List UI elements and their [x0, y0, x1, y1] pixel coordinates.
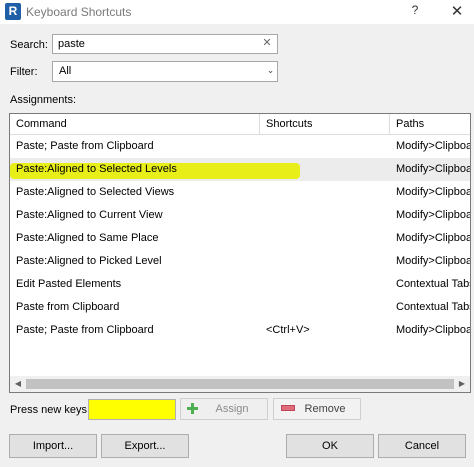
ok-button[interactable]: OK: [286, 434, 374, 458]
scroll-right-icon[interactable]: ▶: [454, 376, 470, 392]
table-header: Command Shortcuts Paths: [10, 114, 470, 135]
command-cell: Paste:Aligned to Selected Levels: [16, 163, 177, 175]
command-cell: Paste; Paste from Clipboard: [16, 140, 154, 152]
command-cell: Paste:Aligned to Picked Level: [16, 255, 162, 267]
close-button[interactable]: ✕: [440, 0, 474, 24]
scrollbar-thumb[interactable]: [26, 379, 454, 389]
path-cell: Modify>Clipboard: [396, 324, 470, 336]
press-new-keys-label: Press new keys:: [10, 404, 91, 416]
horizontal-scrollbar[interactable]: ◀ ▶: [10, 376, 470, 392]
shortcut-cell: [260, 296, 390, 319]
scroll-left-icon[interactable]: ◀: [10, 376, 26, 392]
table-row[interactable]: Paste:Aligned to Selected Views Modify>C…: [10, 181, 470, 204]
command-cell: Edit Pasted Elements: [16, 278, 122, 290]
table-row[interactable]: Paste:Aligned to Current View Modify>Cli…: [10, 204, 470, 227]
table-row-selected[interactable]: Paste:Aligned to Selected Levels Modify>…: [10, 158, 470, 181]
shortcut-cell: [260, 181, 390, 204]
path-cell: Modify>Clipboard: [396, 163, 470, 175]
table-row[interactable]: Paste:Aligned to Same Place Modify>Clipb…: [10, 227, 470, 250]
column-header-command[interactable]: Command: [10, 114, 260, 134]
table-row[interactable]: Paste; Paste from Clipboard Modify>Clipb…: [10, 135, 470, 158]
filter-label: Filter:: [10, 66, 38, 78]
shortcut-cell: [260, 250, 390, 273]
search-input[interactable]: paste: [52, 34, 278, 54]
clear-search-icon[interactable]: ✕: [262, 38, 272, 49]
shortcut-cell: [260, 204, 390, 227]
command-cell: Paste from Clipboard: [16, 301, 120, 313]
shortcut-cell: [260, 158, 390, 181]
import-button[interactable]: Import...: [9, 434, 97, 458]
column-header-shortcuts[interactable]: Shortcuts: [260, 114, 390, 134]
window-title: Keyboard Shortcuts: [26, 5, 132, 19]
path-cell: Modify>Clipboard: [396, 140, 470, 152]
table-row[interactable]: Paste; Paste from Clipboard <Ctrl+V> Mod…: [10, 319, 470, 342]
path-cell: Modify>Clipboard: [396, 255, 470, 267]
cancel-button[interactable]: Cancel: [378, 434, 466, 458]
export-button[interactable]: Export...: [101, 434, 189, 458]
filter-dropdown[interactable]: All: [52, 61, 278, 82]
assignments-table[interactable]: Command Shortcuts Paths Paste; Paste fro…: [9, 113, 471, 393]
path-cell: Contextual Tabs: [396, 278, 470, 290]
chevron-down-icon[interactable]: ⌄: [266, 66, 275, 75]
table-row[interactable]: Edit Pasted Elements Contextual Tabs: [10, 273, 470, 296]
shortcut-cell: <Ctrl+V>: [266, 324, 310, 336]
shortcut-cell: [260, 227, 390, 250]
table-row[interactable]: Paste from Clipboard Contextual Tabs: [10, 296, 470, 319]
path-cell: Modify>Clipboard: [396, 209, 470, 221]
search-label: Search:: [10, 39, 48, 51]
remove-button[interactable]: Remove: [273, 398, 361, 420]
assign-label: Assign: [215, 403, 249, 415]
command-cell: Paste:Aligned to Selected Views: [16, 186, 175, 198]
shortcut-cell: [260, 273, 390, 296]
shortcut-cell: [260, 135, 390, 158]
path-cell: Modify>Clipboard: [396, 186, 470, 198]
press-new-keys-input[interactable]: [88, 399, 176, 420]
command-cell: Paste:Aligned to Current View: [16, 209, 163, 221]
remove-label: Remove: [304, 403, 346, 415]
path-cell: Modify>Clipboard: [396, 232, 470, 244]
column-header-paths[interactable]: Paths: [390, 114, 470, 134]
path-cell: Contextual Tabs: [396, 301, 470, 313]
plus-icon: [187, 403, 198, 414]
title-bar: R Keyboard Shortcuts ? ✕: [0, 0, 474, 24]
assign-button[interactable]: Assign: [180, 398, 268, 420]
assignments-label: Assignments:: [10, 94, 77, 106]
revit-app-icon: R: [5, 3, 21, 20]
command-cell: Paste:Aligned to Same Place: [16, 232, 159, 244]
help-button[interactable]: ?: [408, 3, 422, 19]
minus-icon: [281, 405, 295, 411]
table-row[interactable]: Paste:Aligned to Picked Level Modify>Cli…: [10, 250, 470, 273]
command-cell: Paste; Paste from Clipboard: [16, 324, 154, 336]
